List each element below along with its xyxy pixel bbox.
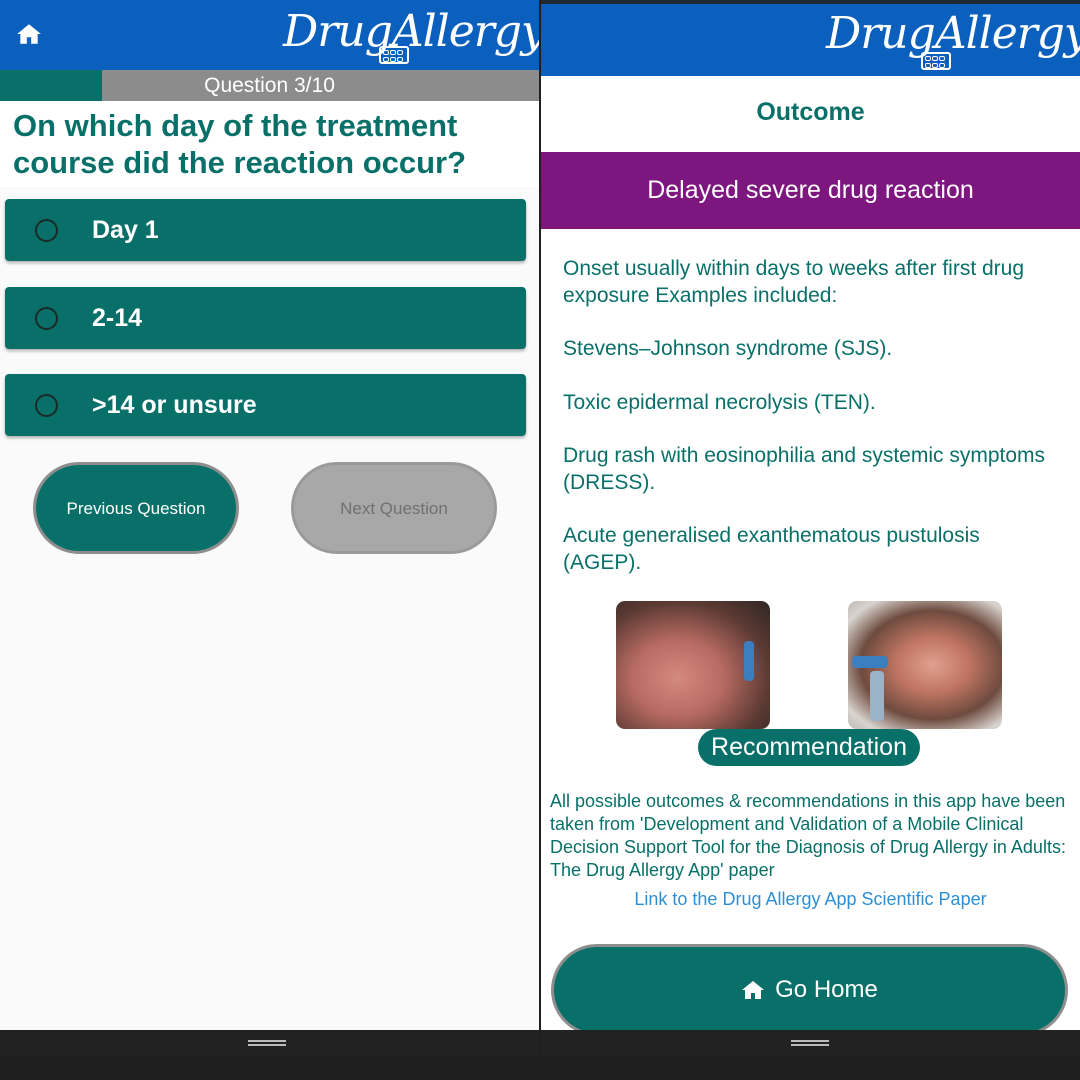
outcome-example-ten: Toxic epidermal necrolysis (TEN).	[563, 391, 876, 414]
go-home-label: Go Home	[775, 976, 878, 1003]
answer-label: >14 or unsure	[92, 391, 257, 419]
answer-label: 2-14	[92, 304, 143, 332]
app-logo: DrugAllergy	[826, 8, 1080, 59]
outcome-screen: DrugAllergy Outcome Delayed severe drug …	[541, 0, 1080, 1055]
outcome-description: Onset usually within days to weeks after…	[563, 257, 1025, 307]
question-text: On which day of the treatment course did…	[0, 101, 539, 187]
clinical-photo-1	[616, 601, 770, 729]
system-nav-bar	[541, 1030, 1080, 1055]
scientific-paper-link[interactable]: Link to the Drug Allergy App Scientific …	[541, 889, 1080, 910]
nav-handle[interactable]	[248, 1040, 286, 1046]
home-icon[interactable]	[16, 23, 42, 45]
app-logo: DrugAllergy	[283, 6, 539, 57]
answer-option-2-14[interactable]: 2-14	[5, 287, 526, 349]
outcome-example-sjs: Stevens–Johnson syndrome (SJS).	[563, 337, 893, 360]
progress-label: Question 3/10	[204, 74, 335, 97]
outcome-title: Outcome	[756, 98, 865, 126]
nav-handle[interactable]	[791, 1040, 829, 1046]
outcome-banner: Delayed severe drug reaction	[541, 152, 1080, 229]
app-bar: DrugAllergy	[0, 0, 539, 70]
answer-option-over-14[interactable]: >14 or unsure	[5, 374, 526, 436]
question-progress-bar: Question 3/10	[0, 70, 539, 101]
recommendation-label: Recommendation	[698, 729, 920, 766]
radio-button[interactable]	[35, 307, 58, 330]
system-nav-bar	[0, 1030, 539, 1055]
answer-label: Day 1	[92, 216, 159, 244]
outcome-example-agep: Acute generalised exanthematous pustulos…	[563, 524, 980, 574]
clinical-photo-2	[848, 601, 1002, 729]
answer-option-day-1[interactable]: Day 1	[5, 199, 526, 261]
previous-question-button[interactable]: Previous Question	[33, 462, 239, 554]
go-home-button[interactable]: Go Home	[551, 944, 1068, 1036]
radio-button[interactable]	[35, 394, 58, 417]
quiz-screen: DrugAllergy Question 3/10 On which day o…	[0, 0, 539, 1055]
logo-pillbox-icon	[921, 52, 951, 70]
radio-button[interactable]	[35, 219, 58, 242]
app-bar: DrugAllergy	[541, 0, 1080, 76]
next-question-button[interactable]: Next Question	[291, 462, 497, 554]
home-icon	[742, 981, 765, 999]
source-note: All possible outcomes & recommendations …	[550, 791, 1066, 880]
logo-pillbox-icon	[379, 46, 409, 64]
outcome-example-dress: Drug rash with eosinophilia and systemic…	[563, 444, 1046, 494]
